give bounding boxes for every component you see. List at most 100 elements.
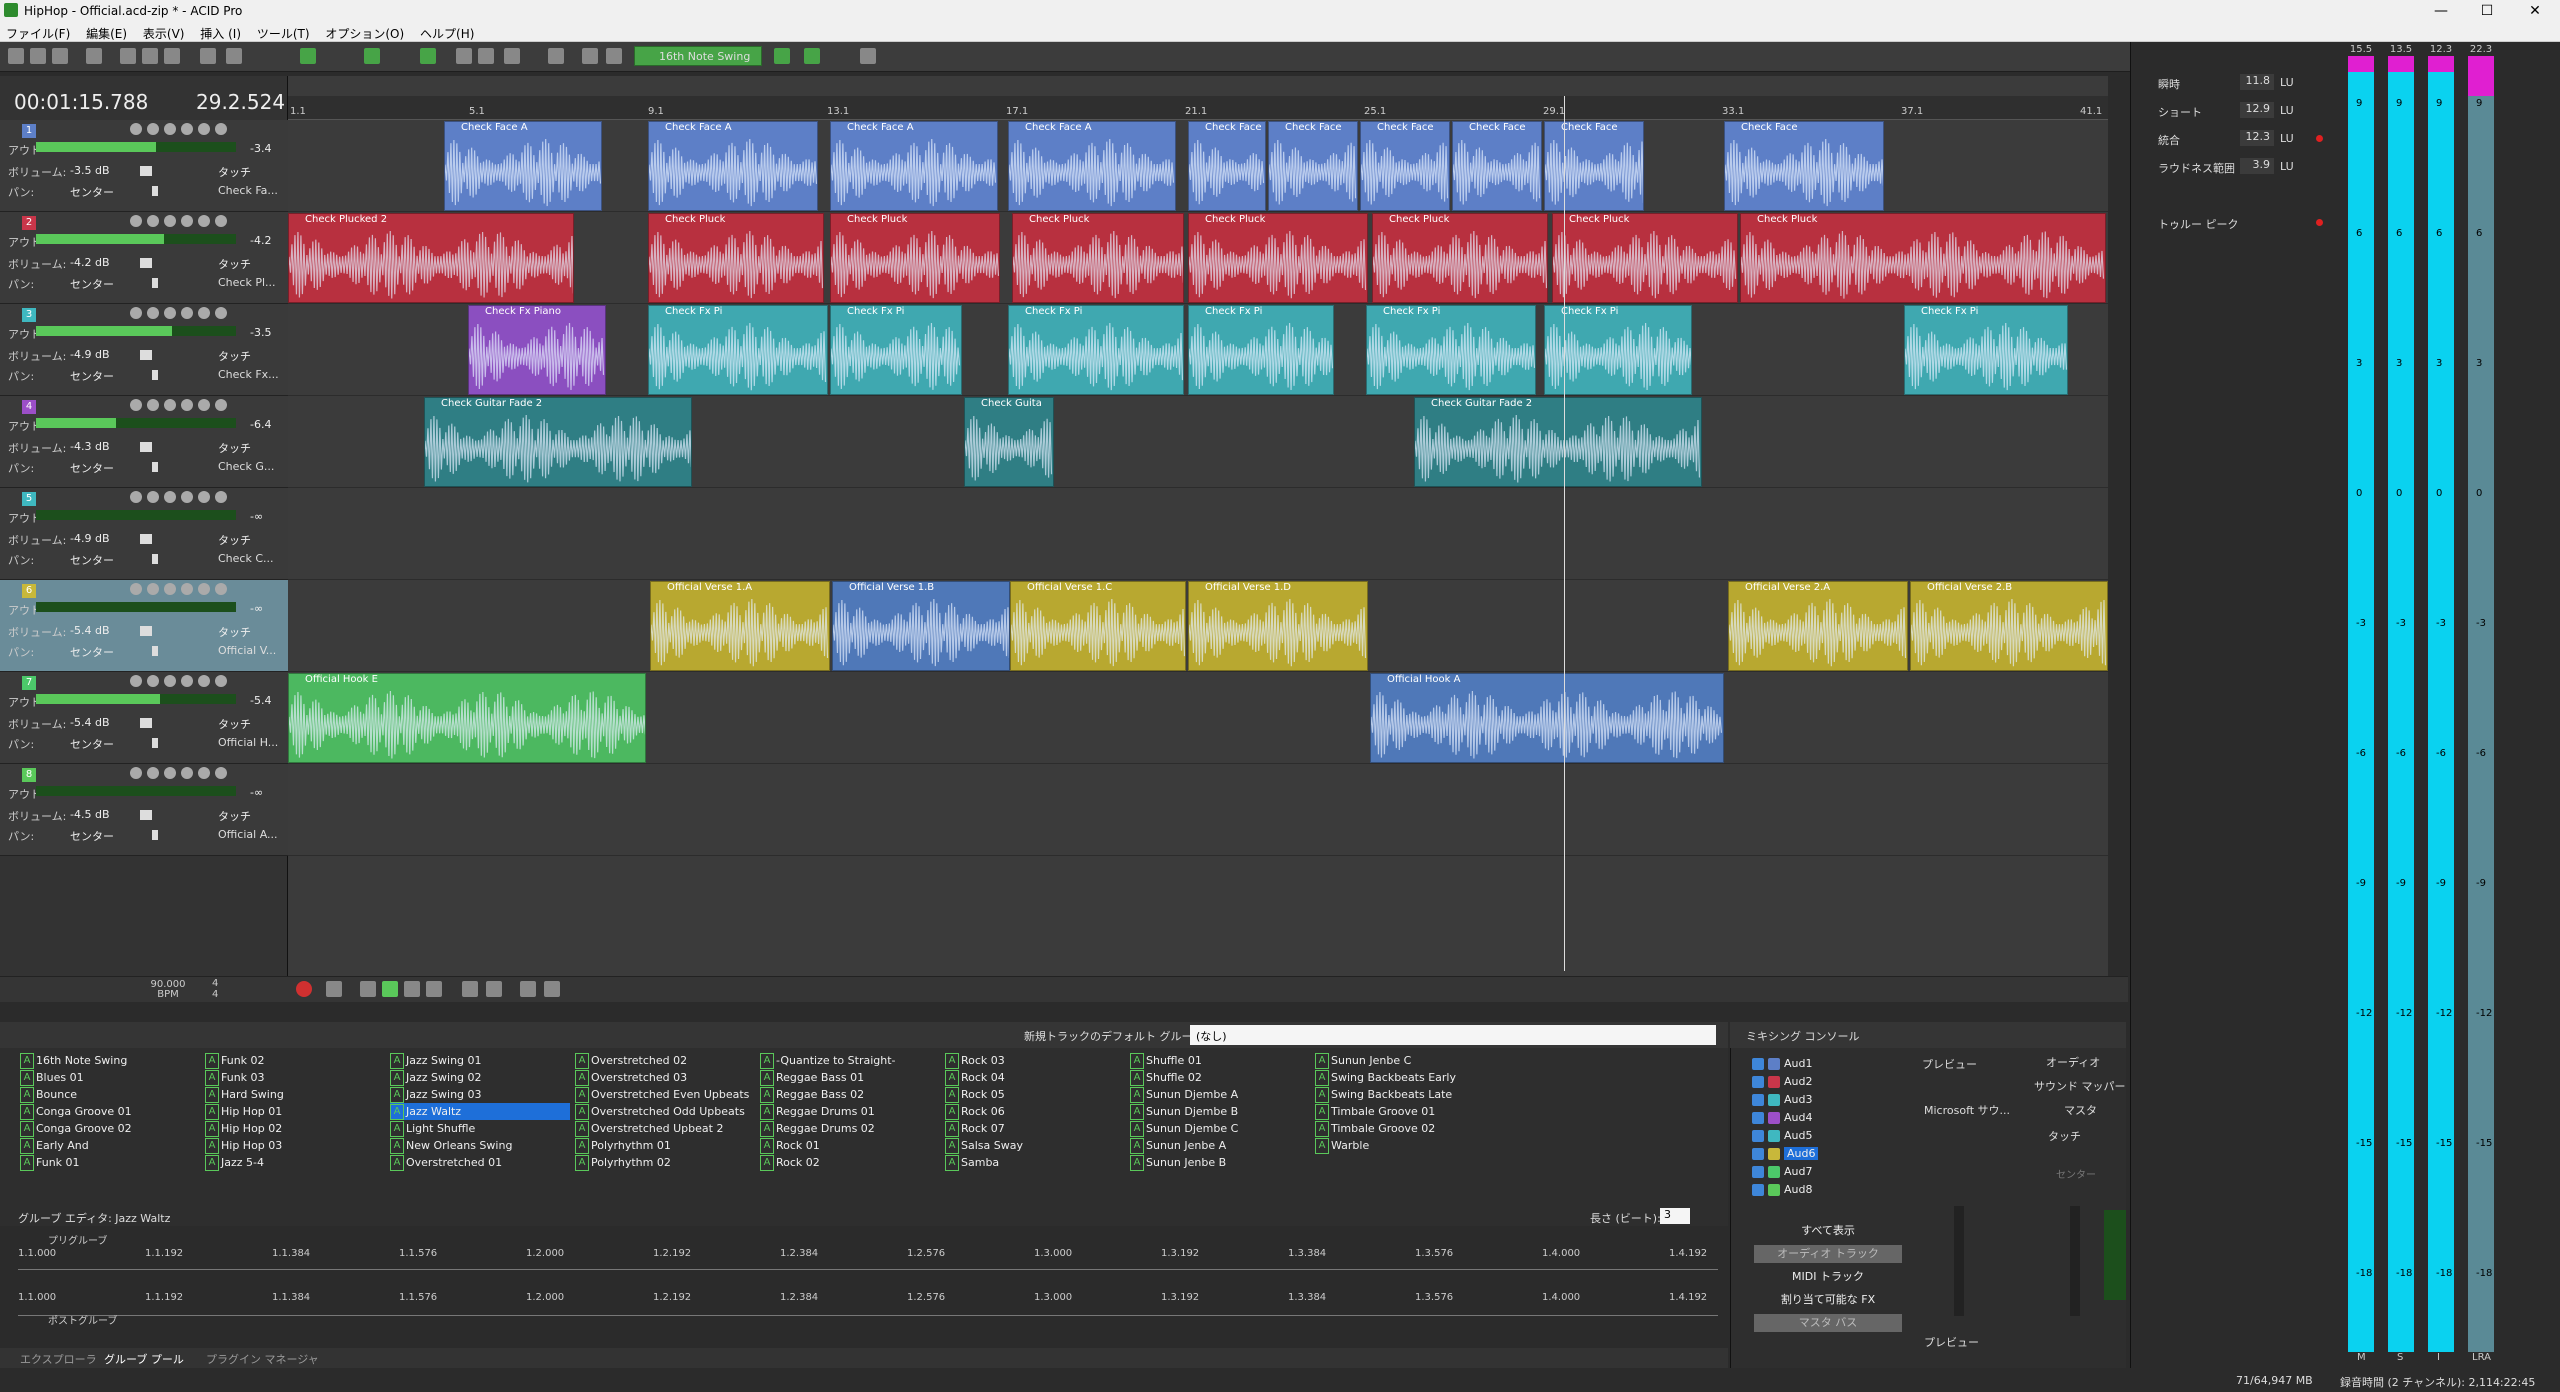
- groove-item[interactable]: Rock 06: [945, 1103, 1125, 1120]
- time-sig-top[interactable]: 4: [212, 978, 218, 989]
- length-input[interactable]: 3: [1660, 1208, 1690, 1224]
- audio-event[interactable]: Official Verse 1.A: [650, 581, 830, 671]
- record-arm-icon[interactable]: [130, 767, 142, 779]
- menu-help[interactable]: ヘルプ(H): [414, 22, 480, 42]
- save-icon[interactable]: [52, 48, 68, 64]
- preview-fader[interactable]: [1954, 1206, 1964, 1316]
- audio-event[interactable]: Check Face A: [830, 121, 998, 211]
- selection-icon[interactable]: [520, 981, 536, 997]
- volume-fader[interactable]: [140, 534, 152, 544]
- mute-icon[interactable]: [164, 491, 176, 503]
- track-header[interactable]: 7 アウト -5.4 ボリューム: -5.4 dB タッチ パン: センター Official …: [0, 672, 288, 764]
- record-arm-icon[interactable]: [130, 307, 142, 319]
- groove-item[interactable]: Hard Swing: [205, 1086, 385, 1103]
- track-lane[interactable]: [288, 764, 2108, 856]
- audio-event[interactable]: Check Guitar Fade 2: [424, 397, 692, 487]
- bus-item[interactable]: Aud3: [1752, 1092, 1892, 1109]
- track-header[interactable]: 3 アウト -3.5 ボリューム: -4.9 dB タッチ パン: センター Check Fx.…: [0, 304, 288, 396]
- groove-item[interactable]: Warble: [1315, 1137, 1495, 1154]
- record-arm-icon[interactable]: [130, 215, 142, 227]
- mute-icon[interactable]: [164, 307, 176, 319]
- grid-icon[interactable]: [420, 48, 436, 64]
- audio-event[interactable]: Check Pluck: [1372, 213, 1548, 303]
- groove-item[interactable]: Swing Backbeats Early: [1315, 1069, 1495, 1086]
- solo-icon[interactable]: [181, 215, 193, 227]
- track-volume[interactable]: -5.4 dB: [70, 716, 110, 729]
- volume-fader[interactable]: [140, 350, 152, 360]
- bus-checkbox[interactable]: [1752, 1058, 1764, 1070]
- groove-apply-icon[interactable]: [774, 48, 790, 64]
- audio-event[interactable]: Check Pluck: [1188, 213, 1368, 303]
- groove-item[interactable]: Light Shuffle: [390, 1120, 570, 1137]
- mute-icon[interactable]: [164, 399, 176, 411]
- groove-item[interactable]: Swing Backbeats Late: [1315, 1086, 1495, 1103]
- paste-icon[interactable]: [164, 48, 180, 64]
- fx-icon[interactable]: [147, 399, 159, 411]
- groove-item[interactable]: Rock 01: [760, 1137, 940, 1154]
- properties-icon[interactable]: [86, 48, 102, 64]
- play-from-start-icon[interactable]: [360, 981, 376, 997]
- track-pan[interactable]: センター: [70, 368, 114, 384]
- track-name[interactable]: Check G...: [218, 460, 274, 473]
- master-touch[interactable]: タッチ: [2048, 1128, 2081, 1144]
- record-arm-icon[interactable]: [130, 583, 142, 595]
- mute-icon[interactable]: [164, 767, 176, 779]
- audio-event[interactable]: Official Hook A: [1370, 673, 1724, 763]
- pan-slider[interactable]: [152, 186, 158, 196]
- volume-fader[interactable]: [140, 442, 152, 452]
- fx-icon[interactable]: [147, 123, 159, 135]
- pan-slider[interactable]: [152, 830, 158, 840]
- envelope-icon[interactable]: [198, 583, 210, 595]
- groove-item[interactable]: Sunun Jenbe A: [1130, 1137, 1310, 1154]
- groove-item[interactable]: Timbale Groove 02: [1315, 1120, 1495, 1137]
- mute-icon[interactable]: [164, 123, 176, 135]
- pause-icon[interactable]: [404, 981, 420, 997]
- post-groove-ruler[interactable]: 1.1.000 1.1.192 1.1.384 1.1.576 1.2.000 1.2.1…: [18, 1278, 1718, 1316]
- track-pan[interactable]: センター: [70, 276, 114, 292]
- groove-item[interactable]: Blues 01: [20, 1069, 200, 1086]
- groove-item[interactable]: Reggae Drums 02: [760, 1120, 940, 1137]
- groove-item[interactable]: Jazz Waltz: [390, 1103, 570, 1120]
- groove-clone-icon[interactable]: [804, 48, 820, 64]
- record-arm-icon[interactable]: [130, 399, 142, 411]
- track-touch[interactable]: タッチ: [218, 624, 251, 640]
- pan-slider[interactable]: [152, 738, 158, 748]
- track-name[interactable]: Official A...: [218, 828, 278, 841]
- loop-icon[interactable]: [364, 48, 380, 64]
- groove-item[interactable]: Rock 04: [945, 1069, 1125, 1086]
- bus-checkbox[interactable]: [1752, 1076, 1764, 1088]
- track-pan[interactable]: センター: [70, 736, 114, 752]
- track-touch[interactable]: タッチ: [218, 716, 251, 732]
- track-volume[interactable]: -4.9 dB: [70, 532, 110, 545]
- assignable-fx-button[interactable]: 割り当て可能な FX: [1754, 1291, 1902, 1309]
- audio-event[interactable]: Official Verse 2.A: [1728, 581, 1908, 671]
- record-arm-icon[interactable]: [130, 491, 142, 503]
- groove-item[interactable]: Overstretched Odd Upbeats: [575, 1103, 755, 1120]
- groove-item[interactable]: Rock 03: [945, 1052, 1125, 1069]
- track-touch[interactable]: タッチ: [218, 348, 251, 364]
- audio-event[interactable]: Check Pluck: [648, 213, 824, 303]
- track-pan[interactable]: センター: [70, 552, 114, 568]
- default-group-select[interactable]: (なし): [1190, 1025, 1716, 1045]
- automation-icon[interactable]: [215, 675, 227, 687]
- track-volume[interactable]: -3.5 dB: [70, 164, 110, 177]
- mute-icon[interactable]: [164, 215, 176, 227]
- audio-event[interactable]: Official Verse 2.B: [1910, 581, 2108, 671]
- maximize-button[interactable]: ☐: [2464, 0, 2510, 22]
- pre-groove-ruler[interactable]: 1.1.000 1.1.192 1.1.384 1.1.576 1.2.000 1.2.1…: [18, 1232, 1718, 1270]
- bus-item[interactable]: Aud7: [1752, 1164, 1892, 1181]
- envelope-icon[interactable]: [198, 399, 210, 411]
- bus-item[interactable]: Aud2: [1752, 1074, 1892, 1091]
- groove-item[interactable]: Rock 02: [760, 1154, 940, 1171]
- bus-item[interactable]: Aud5: [1752, 1128, 1892, 1145]
- groove-item[interactable]: Funk 01: [20, 1154, 200, 1171]
- open-icon[interactable]: [30, 48, 46, 64]
- new-icon[interactable]: [8, 48, 24, 64]
- track-volume[interactable]: -4.2 dB: [70, 256, 110, 269]
- groove-item[interactable]: Sunun Djembe A: [1130, 1086, 1310, 1103]
- audio-tracks-button[interactable]: オーディオ トラック: [1754, 1245, 1902, 1263]
- menu-insert[interactable]: 挿入 (I): [194, 22, 247, 42]
- groove-item[interactable]: Reggae Drums 01: [760, 1103, 940, 1120]
- track-lanes[interactable]: Check Face A Check Face A Check Face A Chec…: [288, 120, 2108, 860]
- copy-icon[interactable]: [142, 48, 158, 64]
